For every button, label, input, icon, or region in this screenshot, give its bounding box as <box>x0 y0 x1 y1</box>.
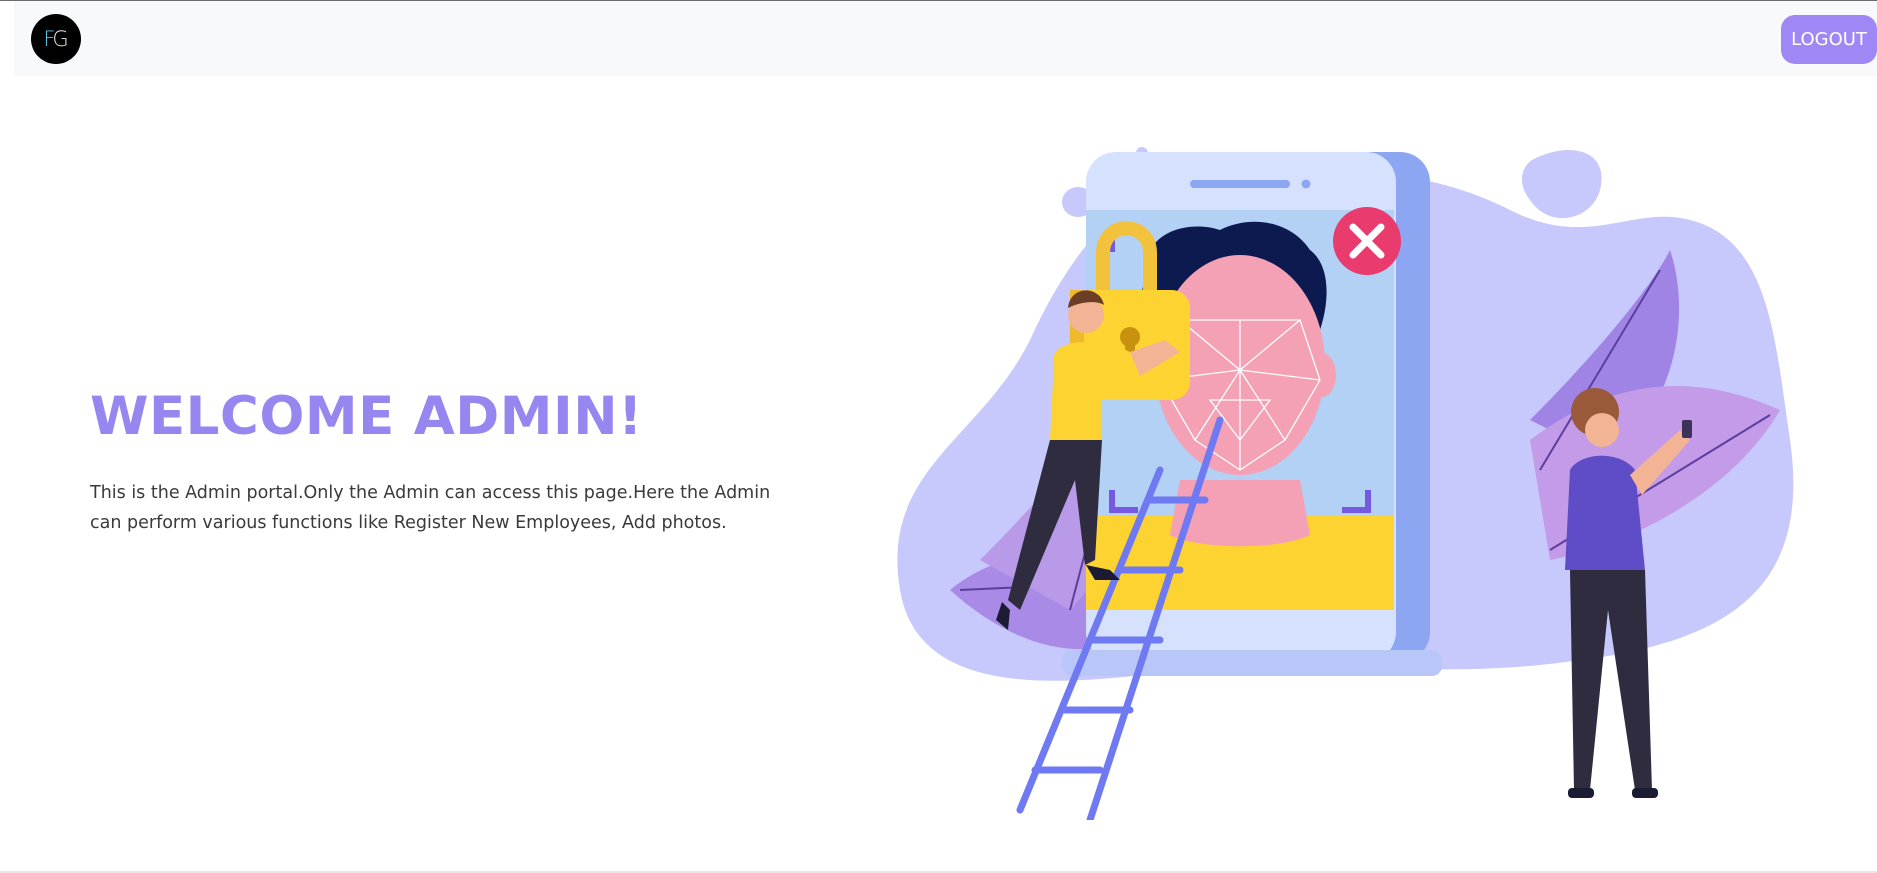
phone-speaker <box>1190 180 1290 188</box>
ear-right <box>1308 353 1336 397</box>
phone-stand <box>1062 650 1442 676</box>
welcome-title: WELCOME ADMIN! <box>90 386 643 447</box>
brand-logo[interactable]: FG <box>31 14 81 64</box>
blob-top-right <box>1521 150 1602 219</box>
welcome-description: This is the Admin portal.Only the Admin … <box>90 483 771 533</box>
face-recognition-illustration <box>897 147 1794 820</box>
navbar: FG LOGOUT <box>14 1 1877 76</box>
logo-text: FG <box>43 27 68 51</box>
phone-camera <box>1301 179 1311 189</box>
logout-button[interactable]: LOGOUT <box>1781 15 1877 64</box>
